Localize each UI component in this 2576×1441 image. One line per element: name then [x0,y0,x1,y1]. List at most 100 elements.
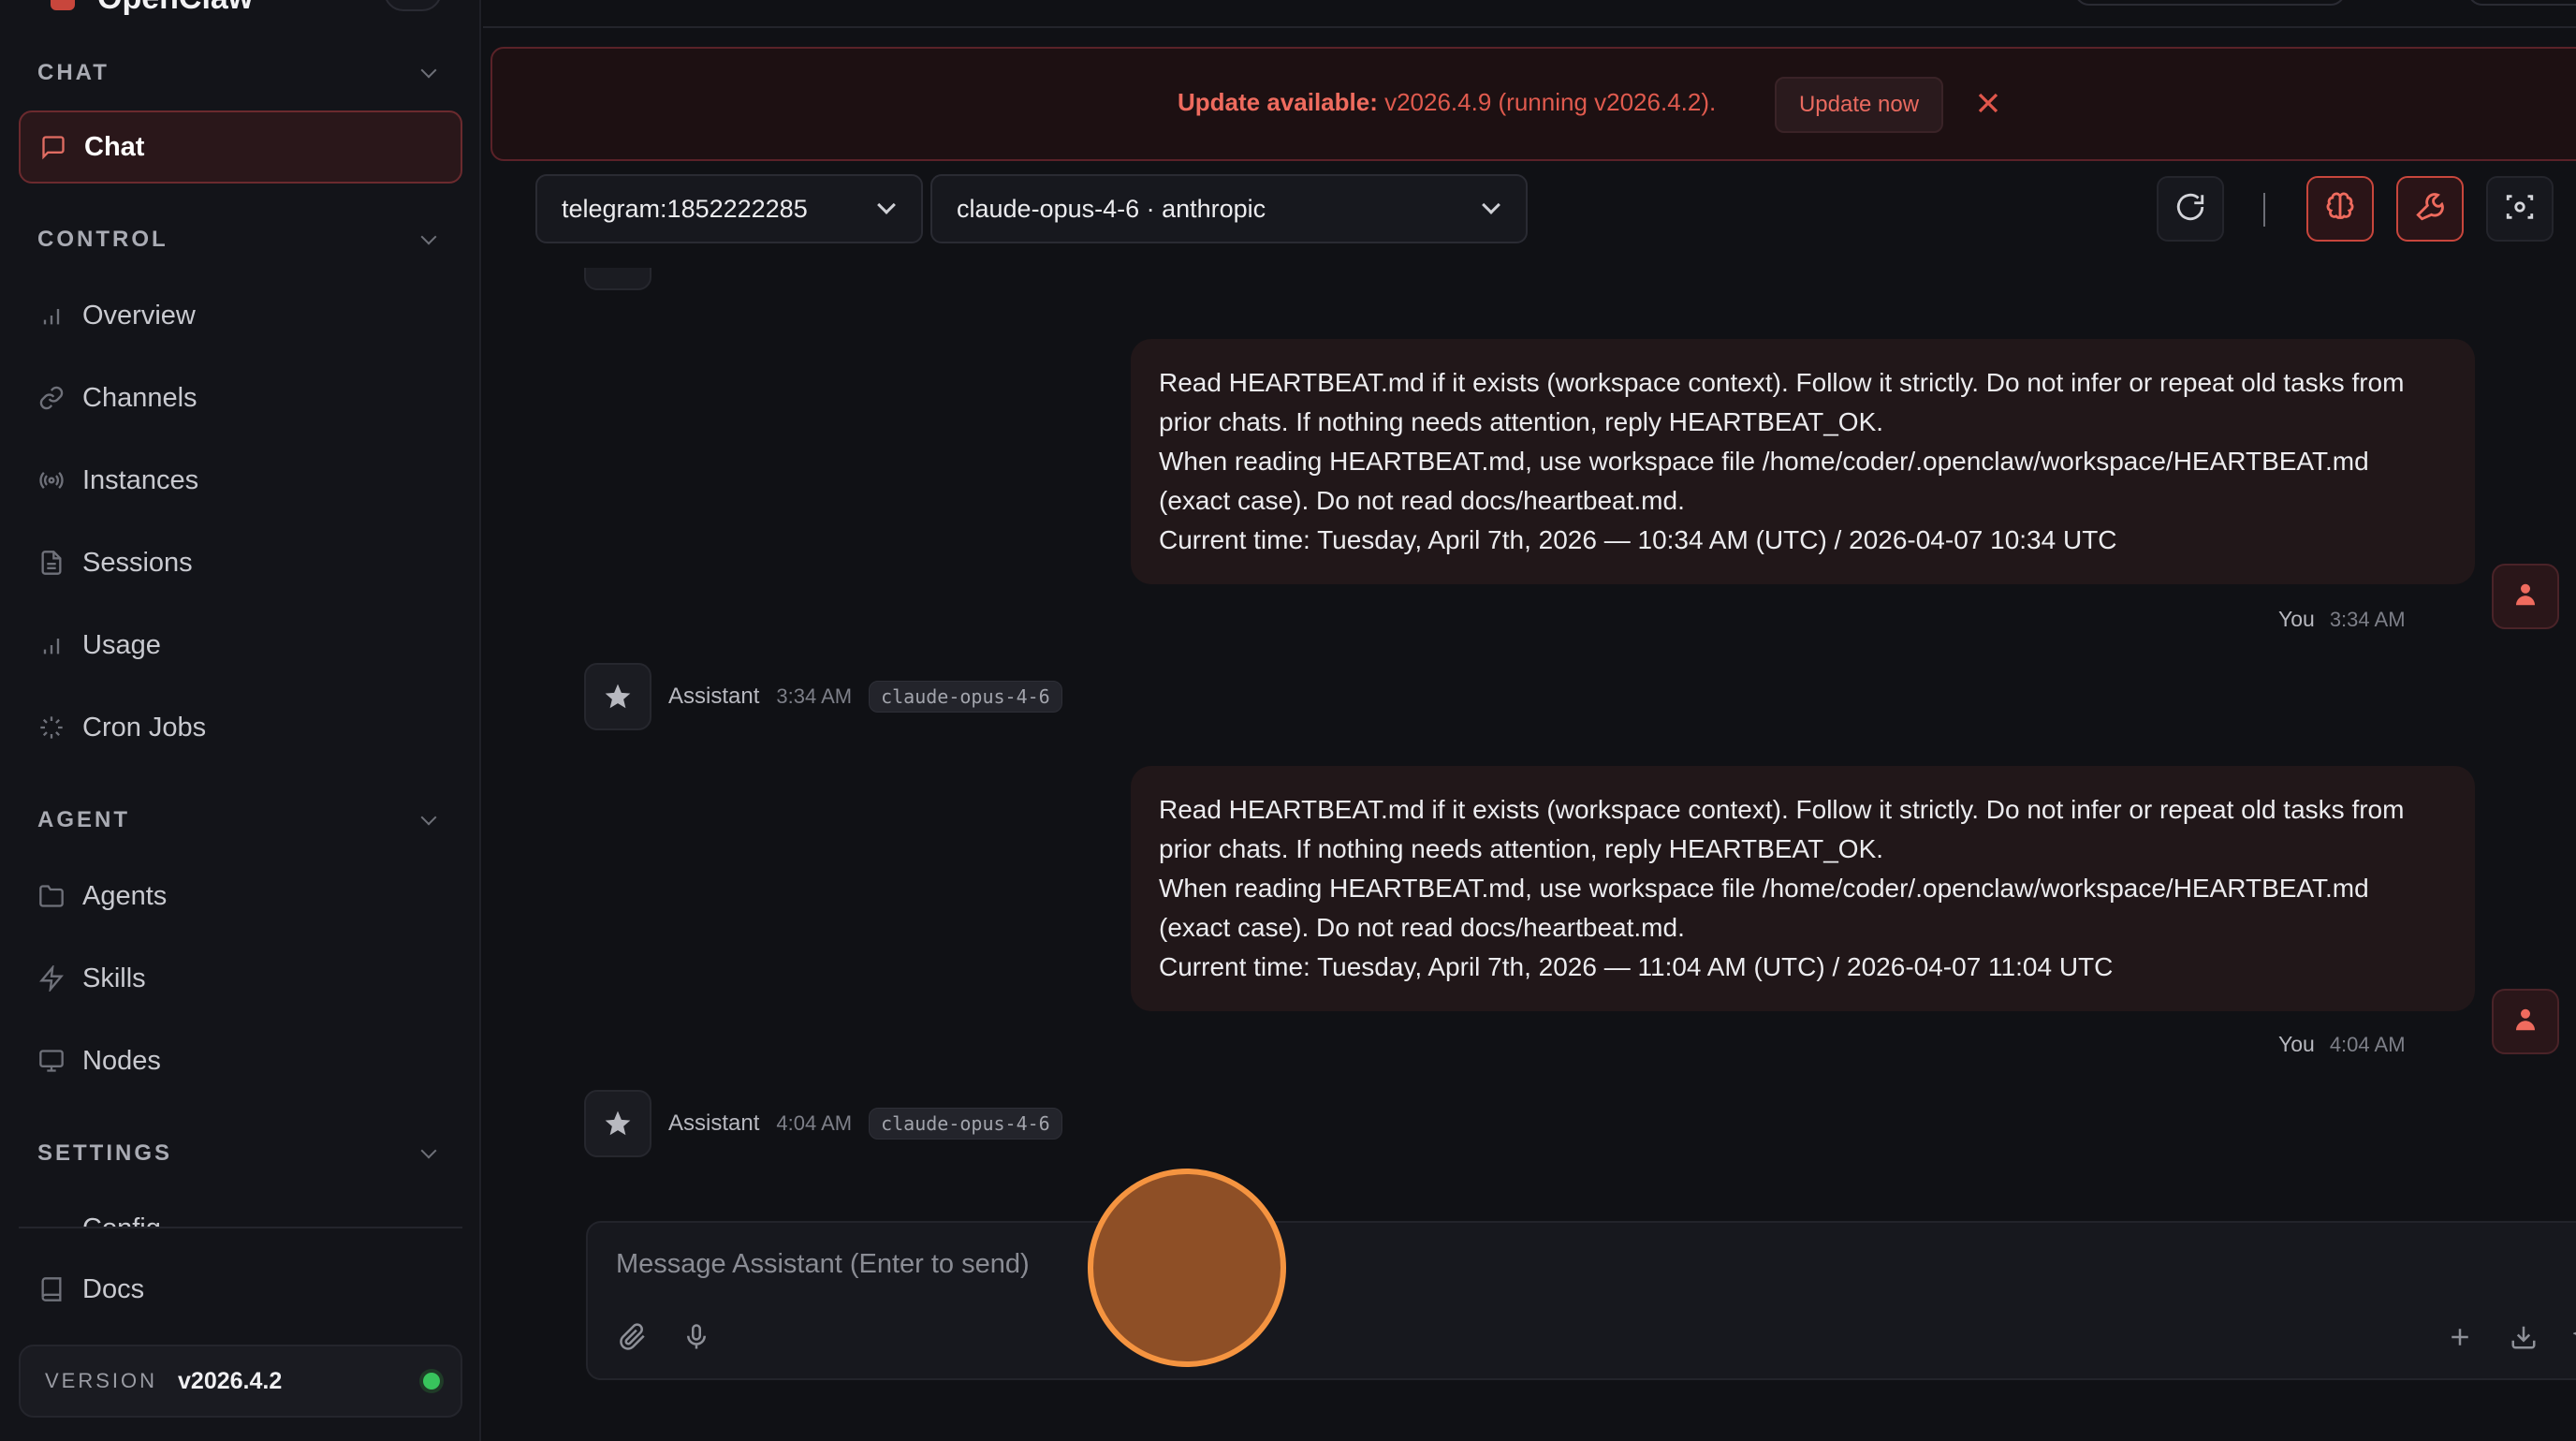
plus-icon[interactable] [2443,1320,2477,1354]
bar-chart-icon [37,301,66,330]
sidebar-toggle-button[interactable] [384,0,442,11]
update-banner: Update available: v2026.4.9 (running v20… [490,47,2576,161]
message-time: 4:04 AM [776,1111,853,1135]
sidebar-item-label: Channels [82,382,198,413]
chevron-down-icon [420,228,437,245]
star-icon [605,1110,631,1136]
update-prefix: Update available: [1178,88,1378,116]
main-panel: Update available: v2026.4.9 (running v20… [483,0,2576,1441]
chevron-down-icon [877,196,896,214]
file-text-icon [37,549,66,577]
send-icon[interactable] [2570,1320,2576,1354]
sidebar-item-chat[interactable]: Chat [19,110,462,184]
sidebar-item-overview[interactable]: Overview [19,279,462,352]
sidebar-item-skills[interactable]: Skills [19,942,462,1015]
sender-name: Assistant [668,1110,760,1136]
message-time: 3:34 AM [776,684,853,708]
top-bar-control[interactable] [2467,0,2576,6]
sidebar-item-nodes[interactable]: Nodes [19,1024,462,1097]
section-label-chat: CHAT [37,60,110,85]
sidebar-item-label: Overview [82,300,196,331]
message-time: 4:04 AM [2329,1032,2406,1056]
section-label-agent: AGENT [37,807,130,832]
sidebar-item-cron-jobs[interactable]: Cron Jobs [19,691,462,764]
sidebar-item-label: Nodes [82,1045,161,1076]
assistant-avatar [584,663,651,730]
message-input[interactable]: Message Assistant (Enter to send) [616,1249,1030,1280]
update-message: Update available: v2026.4.9 (running v20… [1178,88,1716,117]
sender-name: You [2278,1032,2315,1056]
sidebar-item-label: Docs [82,1273,145,1304]
wrench-icon [2414,191,2446,228]
folder-icon [37,882,66,910]
brain-icon [2324,191,2356,228]
sidebar-item-label: Sessions [82,547,193,578]
radio-icon [37,466,66,494]
user-message-meta: You 4:04 AM [2278,1032,2406,1057]
app-name: OpenClaw [97,0,253,17]
download-icon[interactable] [2507,1320,2540,1354]
refresh-icon [2174,191,2206,228]
sidebar-item-docs[interactable]: Docs [19,1253,462,1326]
section-label-settings: SETTINGS [37,1140,173,1166]
version-label: VERSION [45,1369,158,1392]
model-select[interactable]: claude-opus-4-6 · anthropic [930,174,1528,243]
sidebar-item-label: Agents [82,880,168,911]
link-icon [37,384,66,412]
clipped-previous-message [584,268,1707,290]
message-line: When reading HEARTBEAT.md, use workspace… [1159,447,2369,515]
book-icon [37,1275,66,1303]
user-icon [2511,581,2539,613]
click-indicator [1088,1169,1286,1367]
session-select[interactable]: telegram:1852222285 [535,174,923,243]
session-select-value: telegram:1852222285 [562,194,808,223]
sidebar-item-label: Config [37,1210,225,1227]
chevron-down-icon [420,62,437,79]
section-header-chat[interactable]: CHAT [37,54,442,92]
sender-name: You [2278,607,2315,631]
zap-icon [37,964,66,993]
section-header-settings[interactable]: SETTINGS [37,1135,442,1172]
sidebar-item-config[interactable]: Config [37,1210,225,1227]
toolbar-separator [2263,193,2265,227]
close-icon[interactable] [1971,86,2005,120]
sidebar-item-label: Usage [82,629,161,660]
focus-mode-button[interactable] [2486,176,2554,242]
message-line: Read HEARTBEAT.md if it exists (workspac… [1159,368,2405,436]
version-badge: VERSION v2026.4.2 [19,1345,462,1418]
sidebar-item-agents[interactable]: Agents [19,860,462,933]
sidebar-item-label: Chat [84,131,145,162]
star-icon [605,684,631,709]
assistant-avatar [584,1090,651,1157]
model-badge: claude-opus-4-6 [869,681,1062,713]
sidebar-item-label: Skills [82,963,146,993]
message-line: When reading HEARTBEAT.md, use workspace… [1159,874,2369,942]
top-bar-control[interactable] [2074,0,2346,6]
section-header-control[interactable]: CONTROL [37,221,442,258]
tools-toggle-button[interactable] [2396,176,2464,242]
brand[interactable]: OpenClaw [51,0,253,17]
user-message-meta: You 3:34 AM [2278,607,2406,632]
user-message-bubble: Read HEARTBEAT.md if it exists (workspac… [1131,339,2475,584]
chevron-down-icon [420,1142,437,1159]
chevron-down-icon [420,809,437,826]
user-message-bubble: Read HEARTBEAT.md if it exists (workspac… [1131,766,2475,1011]
microphone-icon[interactable] [680,1320,713,1354]
thinking-toggle-button[interactable] [2306,176,2374,242]
refresh-button[interactable] [2157,176,2224,242]
sidebar-item-channels[interactable]: Channels [19,361,462,434]
sidebar-item-instances[interactable]: Instances [19,444,462,517]
message-time: 3:34 AM [2329,607,2406,631]
sidebar: OpenClaw CHAT Chat CONTROL Overview Chan… [0,0,481,1441]
update-version-text: v2026.4.9 (running v2026.4.2). [1377,88,1717,116]
message-line: Current time: Tuesday, April 7th, 2026 —… [1159,952,2114,981]
top-bar [483,0,2576,28]
message-line: Read HEARTBEAT.md if it exists (workspac… [1159,795,2405,863]
sidebar-item-sessions[interactable]: Sessions [19,526,462,599]
update-now-button[interactable]: Update now [1775,77,1943,133]
assistant-message-meta: Assistant 4:04 AM claude-opus-4-6 [584,1090,1062,1157]
paperclip-icon[interactable] [616,1320,650,1354]
sidebar-item-usage[interactable]: Usage [19,609,462,682]
section-header-agent[interactable]: AGENT [37,801,442,839]
message-composer[interactable]: Message Assistant (Enter to send) [586,1221,2576,1380]
